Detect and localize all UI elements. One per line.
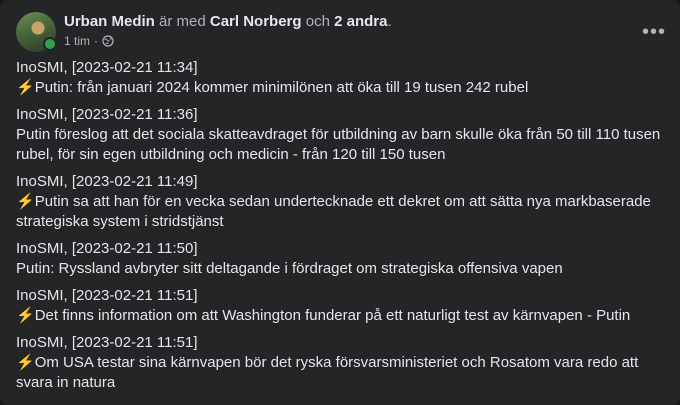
entry-text: Putin: Ryssland avbryter sitt deltagande… <box>16 260 563 277</box>
title-period: . <box>387 13 392 30</box>
news-entry: InoSMI, [2023-02-21 11:34] ⚡Putin: från … <box>16 58 664 98</box>
post-timestamp-link[interactable]: 1 tim <box>64 33 90 49</box>
post-meta: 1 tim · <box>64 33 114 49</box>
entry-text-line: Putin föreslog att det sociala skatteavd… <box>16 125 664 165</box>
online-status-dot <box>43 37 57 51</box>
with-text: är med <box>159 13 206 30</box>
lightning-icon: ⚡ <box>16 354 35 371</box>
entry-source: InoSMI, [2023-02-21 11:51] <box>16 287 198 304</box>
news-entry: InoSMI, [2023-02-21 11:50] Putin: Ryssla… <box>16 239 664 279</box>
entry-text: Putin: från januari 2024 kommer minimilö… <box>34 79 529 96</box>
entry-text-line: Putin: Ryssland avbryter sitt deltagande… <box>16 259 664 279</box>
news-entry: InoSMI, [2023-02-21 11:51] ⚡Om USA testa… <box>16 333 664 393</box>
entry-text-line: ⚡Det finns information om att Washington… <box>16 306 664 326</box>
entry-text: Putin sa att han för en vecka sedan unde… <box>16 193 651 230</box>
entry-text: Det finns information om att Washington … <box>34 307 631 324</box>
entry-text: Putin föreslog att det sociala skatteavd… <box>16 126 661 163</box>
more-options-button[interactable]: ••• <box>636 14 672 50</box>
meta-separator: · <box>94 34 99 48</box>
entry-source: InoSMI, [2023-02-21 11:51] <box>16 334 198 351</box>
author-avatar[interactable] <box>16 12 57 52</box>
entry-text-line: ⚡Putin sa att han för en vecka sedan und… <box>16 192 664 232</box>
entry-text-line: ⚡Putin: från januari 2024 kommer minimil… <box>16 78 664 98</box>
others-link[interactable]: 2 andra <box>334 13 387 30</box>
post-card: Urban Medin är med Carl Norberg och 2 an… <box>0 0 680 405</box>
author-name-link[interactable]: Urban Medin <box>64 13 155 30</box>
and-text: och <box>305 13 330 30</box>
lightning-icon: ⚡ <box>16 307 35 324</box>
entry-source: InoSMI, [2023-02-21 11:50] <box>16 240 198 257</box>
news-entry: InoSMI, [2023-02-21 11:51] ⚡Det finns in… <box>16 286 664 326</box>
lightning-icon: ⚡ <box>16 79 35 96</box>
entry-source: InoSMI, [2023-02-21 11:34] <box>16 59 198 76</box>
entry-source: InoSMI, [2023-02-21 11:36] <box>16 106 198 123</box>
post-body: InoSMI, [2023-02-21 11:34] ⚡Putin: från … <box>16 58 664 400</box>
lightning-icon: ⚡ <box>16 193 35 210</box>
globe-icon[interactable] <box>102 35 114 47</box>
tagged-user-link[interactable]: Carl Norberg <box>210 13 302 30</box>
entry-text: Om USA testar sina kärnvapen bör det rys… <box>16 354 639 391</box>
post-header: Urban Medin är med Carl Norberg och 2 an… <box>16 12 665 52</box>
news-entry: InoSMI, [2023-02-21 11:49] ⚡Putin sa att… <box>16 172 664 232</box>
post-title-line: Urban Medin är med Carl Norberg och 2 an… <box>64 13 392 31</box>
entry-text-line: ⚡Om USA testar sina kärnvapen bör det ry… <box>16 353 664 393</box>
entry-source: InoSMI, [2023-02-21 11:49] <box>16 173 198 190</box>
news-entry: InoSMI, [2023-02-21 11:36] Putin föreslo… <box>16 105 664 165</box>
